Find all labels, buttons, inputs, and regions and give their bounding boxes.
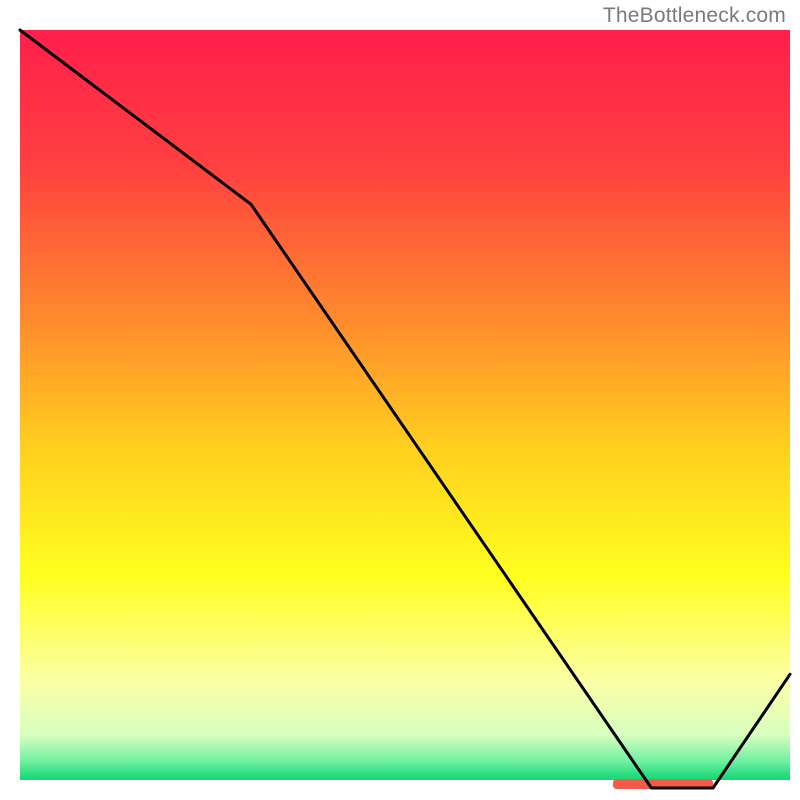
gradient-background xyxy=(20,30,790,788)
plot-area xyxy=(20,30,790,789)
bottleneck-chart xyxy=(0,0,800,800)
chart-container: TheBottleneck.com xyxy=(0,0,800,800)
